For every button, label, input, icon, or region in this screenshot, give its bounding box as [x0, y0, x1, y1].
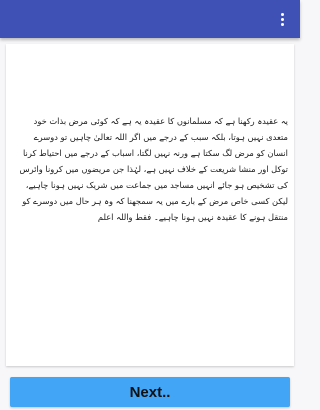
- next-button[interactable]: Next..: [10, 377, 290, 407]
- more-vertical-icon-dot: [280, 22, 284, 26]
- overflow-menu-button[interactable]: [270, 6, 294, 32]
- app-bar: [0, 0, 300, 38]
- article-text: یہ عقیدہ رکھنا ہے کہ مسلمانوں کا عقیدہ ی…: [19, 116, 288, 222]
- more-vertical-icon-dot: [280, 17, 284, 21]
- more-vertical-icon: [280, 12, 284, 16]
